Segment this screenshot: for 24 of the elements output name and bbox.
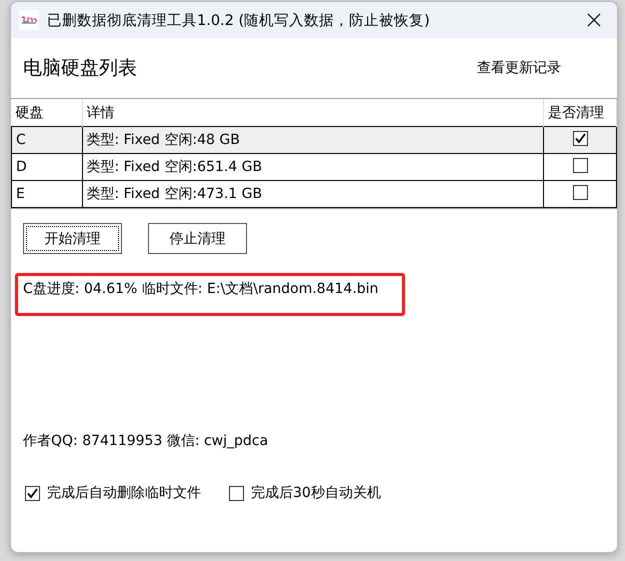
column-header[interactable]: 详情 [82,99,544,126]
drive-cell: D [12,154,82,180]
start-button[interactable]: 开始清理 [23,223,122,254]
checkbox-label: 完成后自动删除临时文件 [47,484,201,502]
window-title: 已删数据彻底清理工具1.0.2 (随机写入数据，防止被恢复) [47,12,431,30]
option-checkbox[interactable] [25,486,40,500]
details-cell: 类型: Fixed 空闲:651.4 GB [82,154,544,180]
checkbox-label: 完成后30秒自动关机 [251,484,381,502]
stop-button[interactable]: 停止清理 [148,223,247,254]
details-cell: 类型: Fixed 空闲:48 GB [82,126,544,154]
update-log-link[interactable]: 查看更新记录 [477,59,561,77]
progress-status: C盘进度: 04.61% 临时文件: E:\文档\random.8414.bin [23,280,380,298]
column-header[interactable]: 硬盘 [12,99,82,126]
clean-checkbox[interactable] [572,158,588,172]
option-checkbox[interactable] [229,486,244,500]
clean-checkbox[interactable] [572,184,588,200]
author-info: 作者QQ: 874119953 微信: cwj_pdca [23,432,270,450]
section-heading: 电脑硬盘列表 [23,56,138,81]
details-cell: 类型: Fixed 空闲:473.1 GB [82,180,544,208]
drive-cell: C [12,126,82,154]
column-header[interactable]: 是否清理 [544,99,616,126]
drive-cell: E [12,180,82,208]
clean-checkbox[interactable] [572,131,588,146]
app-logo-icon [19,10,39,30]
